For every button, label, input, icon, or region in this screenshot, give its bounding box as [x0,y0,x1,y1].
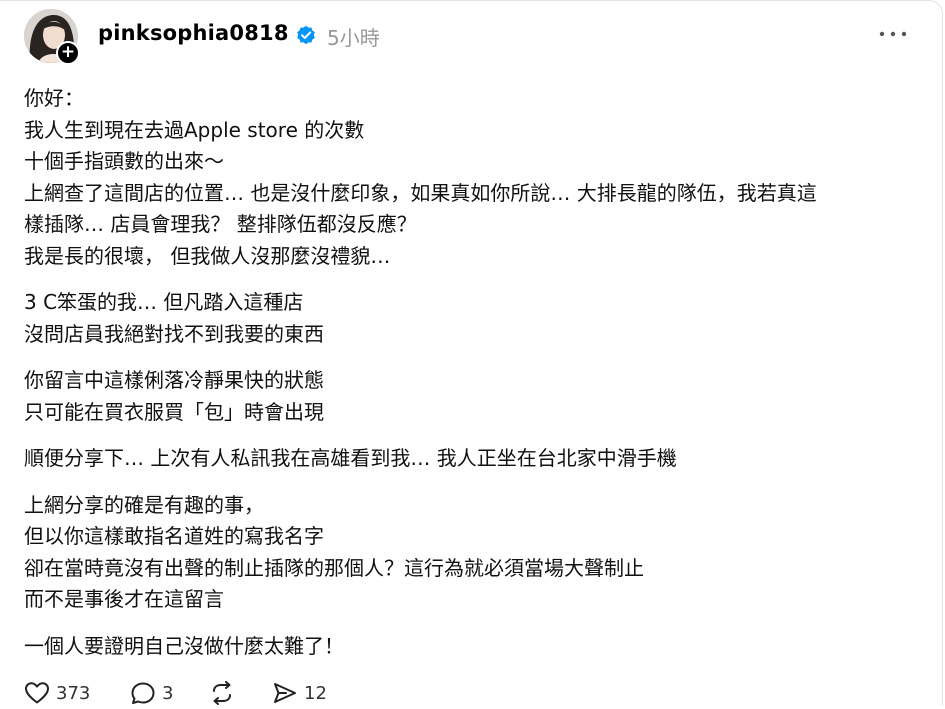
post-body: 你好： 我人生到現在去過Apple store 的次數 十個手指頭數的出來～ 上… [24,83,924,677]
more-dots-icon[interactable] [878,27,908,41]
text-line: 一個人要證明自己沒做什麼太難了！ [24,633,344,658]
paragraph: 順便分享下… 上次有人私訊我在高雄看到我… 我人正坐在台北家中滑手機 [24,443,924,475]
text-line: 而不是事後才在這留言 [24,587,224,611]
comment-button[interactable]: 3 [130,681,173,705]
text-line: 你留言中這樣俐落冷靜果快的狀態 [24,368,324,392]
post-header: + pinksophia0818 5小時 [24,5,918,65]
share-count: 12 [304,682,327,704]
paragraph: 3 C笨蛋的我… 但凡踏入這種店 沒問店員我絕對找不到我要的東西 [24,287,924,350]
text-line: 上網查了這間店的位置… 也是沒什麼印象，如果真如你所說… 大排長龍的隊伍，我若真… [24,180,817,205]
text-line: 沒問店員我絕對找不到我要的東西 [24,321,324,346]
text-line: 卻在當時竟沒有出聲的制止插隊的那個人？這行為就必須當場大聲制止 [24,555,644,580]
paragraph: 一個人要證明自己沒做什麼太難了！ [24,631,924,663]
repost-button[interactable] [208,681,236,705]
share-button[interactable]: 12 [272,681,327,705]
post-card: + pinksophia0818 5小時 你好： 我人生到現在去過Apple s… [0,0,943,706]
text-line: 順便分享下… 上次有人私訊我在高雄看到我… 我人正坐在台北家中滑手機 [24,446,677,470]
text-line: 但以你這樣敢指名道姓的寫我名字 [24,524,324,548]
paragraph: 上網分享的確是有趣的事， 但以你這樣敢指名道姓的寫我名字 卻在當時竟沒有出聲的制… [24,490,924,616]
text-line: 只可能在買衣服買「包」時會出現 [24,399,324,424]
verified-badge-icon [297,25,315,45]
text-line: 上網分享的確是有趣的事， [24,492,264,517]
send-icon [274,683,296,703]
like-count: 373 [56,682,91,704]
text-line: 3 C笨蛋的我… 但凡踏入這種店 [24,290,304,314]
comment-bubble-icon [131,682,155,704]
repost-icon [213,681,231,705]
comment-count: 3 [162,682,174,704]
follow-plus-icon[interactable]: + [56,41,80,65]
text-line: 你好： [24,86,84,110]
paragraph: 你留言中這樣俐落冷靜果快的狀態 只可能在買衣服買「包」時會出現 [24,365,924,428]
paragraph: 你好： 我人生到現在去過Apple store 的次數 十個手指頭數的出來～ 上… [24,83,924,272]
text-line: 樣插隊… 店員會理我？ 整排隊伍都沒反應？ [24,212,417,236]
like-button[interactable]: 373 [24,681,90,705]
text-line: 十個手指頭數的出來～ [24,149,224,173]
post-actions: 373 3 12 [24,681,524,709]
text-line: 我是長的很壞， 但我做人沒那麼沒禮貌… [24,243,391,268]
post-time: 5小時 [327,26,380,50]
heart-icon [25,682,49,704]
username[interactable]: pinksophia0818 [98,21,289,45]
text-line: 我人生到現在去過Apple store 的次數 [24,117,365,142]
